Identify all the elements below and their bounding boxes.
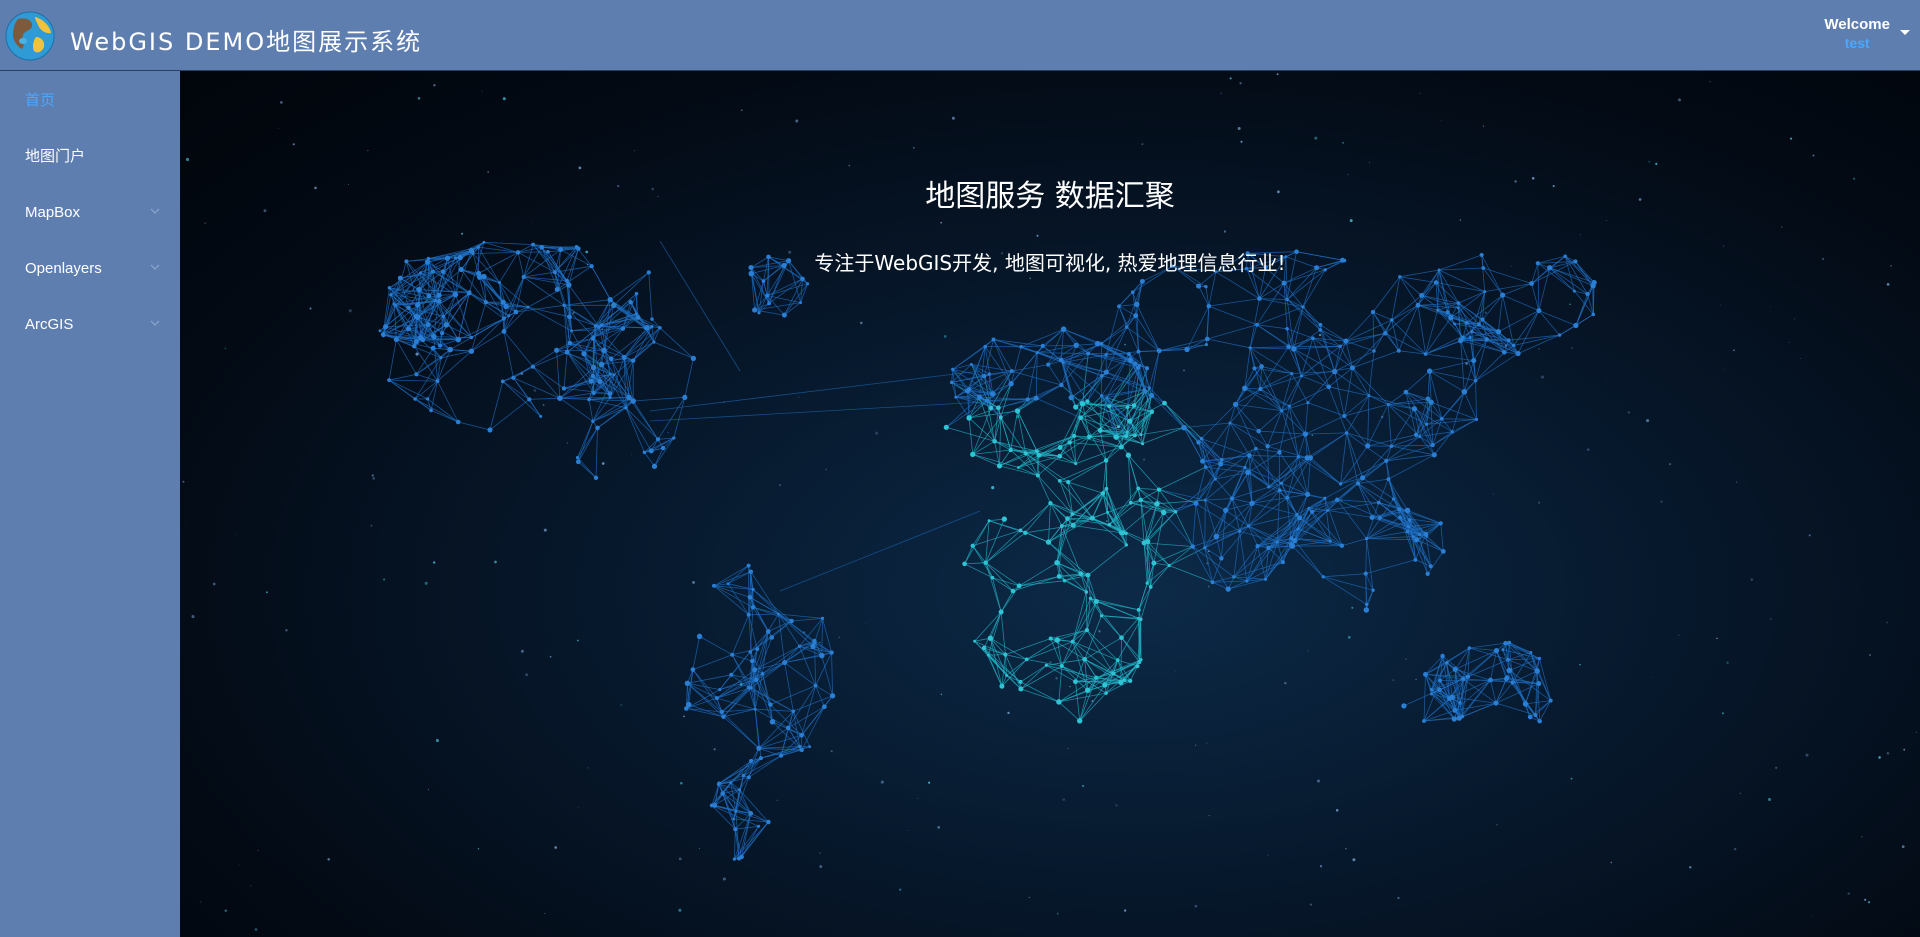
chevron-down-icon [150,264,160,270]
caret-down-icon[interactable] [1899,29,1911,37]
chevron-down-icon [150,208,160,214]
globe-icon [5,11,55,61]
sidebar-item-label: 地图门户 [25,148,86,165]
sidebar: 首页 地图门户 MapBox Openlayers ArcGIS [0,71,180,937]
welcome-label: Welcome [1824,16,1890,33]
chevron-down-icon [150,320,160,326]
hero-title: 地图服务 数据汇聚 [925,179,1175,214]
sidebar-item-home[interactable]: 首页 [0,73,180,129]
username-label[interactable]: test [1824,35,1890,51]
hero-subtitle: 专注于WebGIS开发, 地图可视化, 热爱地理信息行业! [814,251,1286,275]
user-menu[interactable]: Welcome test [1824,16,1910,51]
sidebar-item-arcgis[interactable]: ArcGIS [0,297,180,353]
sidebar-item-map-portal[interactable]: 地图门户 [0,129,180,185]
sidebar-item-label: Openlayers [25,260,102,277]
sidebar-item-mapbox[interactable]: MapBox [0,185,180,241]
sidebar-item-label: MapBox [25,204,81,221]
app-title: WebGIS DEMO地图展示系统 [70,28,423,56]
sidebar-item-label: ArcGIS [25,316,74,333]
main-content: 地图服务 数据汇聚 专注于WebGIS开发, 地图可视化, 热爱地理信息行业! [180,71,1920,937]
top-header: WebGIS DEMO地图展示系统 Welcome test [0,0,1920,71]
sidebar-item-openlayers[interactable]: Openlayers [0,241,180,297]
network-lines [379,240,1595,860]
sidebar-item-label: 首页 [25,92,56,109]
